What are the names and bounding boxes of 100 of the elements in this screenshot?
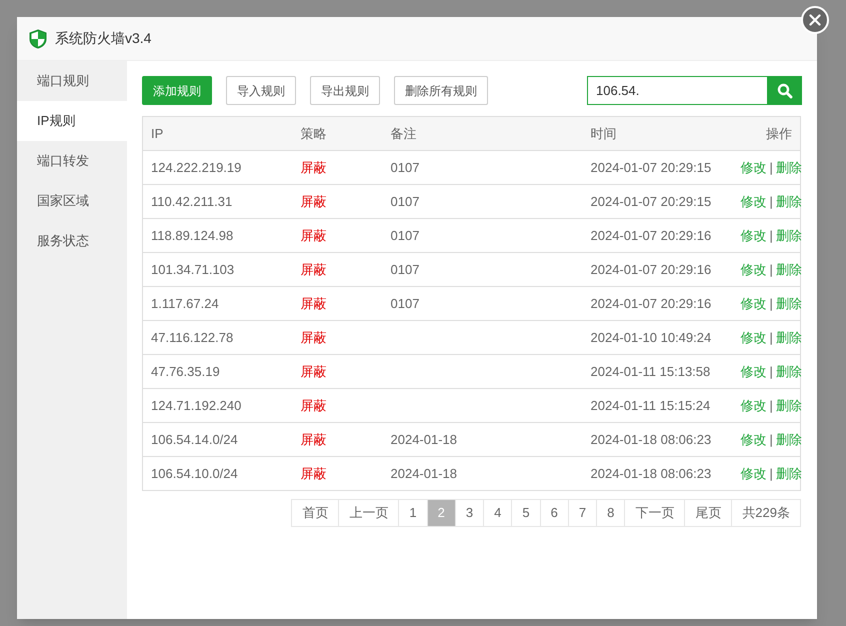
table-cell: 屏蔽 — [292, 218, 382, 252]
edit-link[interactable]: 修改 — [740, 432, 766, 447]
table-cell: 2024-01-07 20:29:16 — [582, 286, 732, 320]
sidebar-item[interactable]: 服务状态 — [17, 221, 127, 261]
table-cell: 屏蔽 — [292, 388, 382, 422]
shield-icon — [29, 28, 47, 48]
delete-link[interactable]: 删除 — [776, 432, 802, 447]
page-button[interactable]: 5 — [512, 499, 541, 527]
search-icon — [777, 82, 793, 98]
table-cell: 2024-01-07 20:29:15 — [582, 184, 732, 218]
link-separator: | — [770, 296, 773, 311]
table-cell: 屏蔽 — [292, 456, 382, 490]
edit-link[interactable]: 修改 — [740, 364, 766, 379]
link-separator: | — [770, 466, 773, 481]
link-separator: | — [770, 398, 773, 413]
delete-link[interactable]: 删除 — [776, 330, 802, 345]
column-header: 备注 — [382, 116, 582, 150]
window-title: 系统防火墙v3.4 — [55, 29, 152, 48]
page-button[interactable]: 1 — [399, 499, 428, 527]
edit-link[interactable]: 修改 — [740, 228, 766, 243]
delete-link[interactable]: 删除 — [776, 194, 802, 209]
page-button[interactable]: 尾页 — [685, 499, 732, 527]
table-cell: 110.42.211.31 — [142, 184, 292, 218]
table-cell: 124.71.192.240 — [142, 388, 292, 422]
table-cell: 2024-01-07 20:29:15 — [582, 150, 732, 184]
table-cell: 2024-01-18 — [390, 466, 457, 481]
search-field[interactable]: 106.54. — [587, 76, 768, 105]
table-cell: 0107 — [390, 296, 420, 311]
sidebar-item[interactable]: 端口转发 — [17, 141, 127, 181]
toolbar-button[interactable]: 导入规则 — [226, 76, 296, 105]
table-cell: 118.89.124.98 — [142, 218, 292, 252]
edit-link[interactable]: 修改 — [740, 160, 766, 175]
table-cell: 47.76.35.19 — [142, 354, 292, 388]
table-cell: 47.116.122.78 — [142, 320, 292, 354]
link-separator: | — [770, 364, 773, 379]
delete-link[interactable]: 删除 — [776, 228, 802, 243]
search-button[interactable] — [768, 76, 802, 105]
edit-link[interactable]: 修改 — [740, 466, 766, 481]
sidebar-item[interactable]: 国家区域 — [17, 181, 127, 221]
page-button[interactable]: 7 — [568, 499, 598, 527]
table-cell: 屏蔽 — [292, 150, 382, 184]
table-cell: 屏蔽 — [292, 354, 382, 388]
delete-link[interactable]: 删除 — [776, 466, 802, 481]
column-header: 操作 — [732, 116, 800, 150]
delete-link[interactable]: 删除 — [776, 364, 802, 379]
edit-link[interactable]: 修改 — [740, 330, 766, 345]
table-cell: 1.117.67.24 — [142, 286, 292, 320]
sidebar-item[interactable]: IP规则 — [17, 101, 127, 141]
table-cell: 106.54.14.0/24 — [142, 422, 292, 456]
delete-link[interactable]: 删除 — [776, 262, 802, 277]
edit-link[interactable]: 修改 — [740, 398, 766, 413]
link-separator: | — [770, 330, 773, 345]
table-cell: 屏蔽 — [292, 320, 382, 354]
link-separator: | — [770, 194, 773, 209]
table-cell: 101.34.71.103 — [142, 252, 292, 286]
toolbar-button[interactable]: 删除所有规则 — [394, 76, 488, 105]
table-cell: 0107 — [390, 228, 420, 243]
table-cell: 2024-01-11 15:13:58 — [582, 354, 732, 388]
page-button[interactable]: 2 — [428, 499, 456, 527]
link-separator: | — [770, 262, 773, 277]
column-header: 策略 — [292, 116, 382, 150]
delete-link[interactable]: 删除 — [776, 296, 802, 311]
table-cell: 2024-01-18 08:06:23 — [582, 422, 732, 456]
link-separator: | — [770, 432, 773, 447]
page-button[interactable]: 8 — [597, 499, 626, 527]
table-cell: 2024-01-07 20:29:16 — [582, 252, 732, 286]
table-cell: 屏蔽 — [292, 184, 382, 218]
page-button[interactable]: 4 — [484, 499, 512, 527]
toolbar-button[interactable]: 导出规则 — [310, 76, 380, 105]
edit-link[interactable]: 修改 — [740, 296, 766, 311]
delete-link[interactable]: 删除 — [776, 160, 802, 175]
link-separator: | — [770, 160, 773, 175]
page-button[interactable]: 3 — [456, 499, 484, 527]
table-cell: 屏蔽 — [292, 422, 382, 456]
table-cell: 屏蔽 — [292, 286, 382, 320]
page-button[interactable]: 首页 — [292, 499, 340, 527]
table-cell: 0107 — [390, 160, 420, 175]
table-cell: 屏蔽 — [292, 252, 382, 286]
link-separator: | — [770, 228, 773, 243]
column-header: 时间 — [582, 116, 732, 150]
close-button[interactable] — [801, 6, 829, 34]
page-button[interactable]: 上一页 — [339, 499, 400, 527]
table-cell: 2024-01-11 15:15:24 — [582, 388, 732, 422]
page-button[interactable]: 下一页 — [625, 499, 686, 527]
edit-link[interactable]: 修改 — [740, 194, 766, 209]
page-button[interactable]: 6 — [540, 499, 569, 527]
table-cell: 2024-01-18 08:06:23 — [582, 456, 732, 490]
column-header: IP — [142, 116, 292, 150]
close-icon — [809, 14, 821, 26]
table-cell: 0107 — [390, 194, 420, 209]
delete-link[interactable]: 删除 — [776, 398, 802, 413]
sidebar-item[interactable]: 端口规则 — [17, 61, 127, 101]
table-cell: 0107 — [390, 262, 420, 277]
table-cell: 2024-01-07 20:29:16 — [582, 218, 732, 252]
table-cell: 2024-01-18 — [390, 432, 457, 447]
table-cell: 124.222.219.19 — [142, 150, 292, 184]
table-cell: 106.54.10.0/24 — [142, 456, 292, 490]
edit-link[interactable]: 修改 — [740, 262, 766, 277]
table-cell: 2024-01-10 10:49:24 — [582, 320, 732, 354]
toolbar-button[interactable]: 添加规则 — [142, 76, 212, 105]
